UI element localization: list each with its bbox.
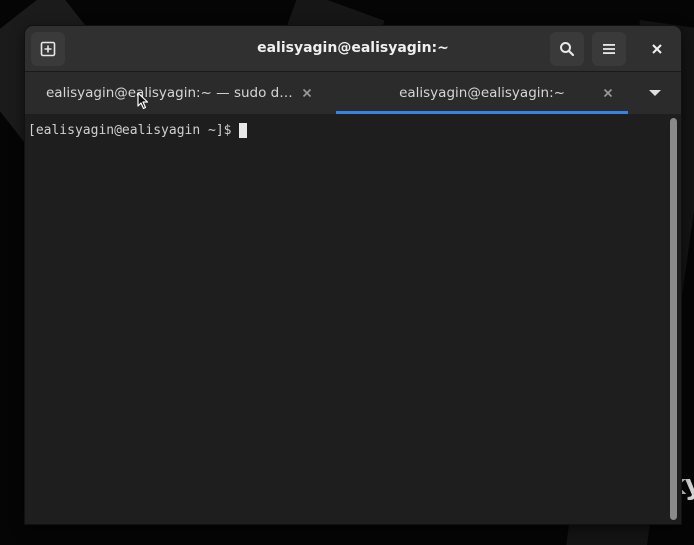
close-icon: [302, 88, 312, 98]
search-icon: [560, 42, 575, 57]
hamburger-menu-icon: [603, 44, 615, 54]
new-tab-icon: [40, 41, 56, 57]
scrollbar[interactable]: [665, 114, 681, 524]
prompt-line: [ealisyagin@ealisyagin ~]$: [28, 123, 247, 138]
window-close-button[interactable]: [640, 32, 674, 66]
search-button[interactable]: [550, 32, 584, 66]
tab-sudo[interactable]: ealisyagin@ealisyagin:~ — sudo d…: [25, 72, 330, 114]
menu-button[interactable]: [592, 32, 626, 66]
tab-close-button[interactable]: [600, 85, 616, 101]
tab-active[interactable]: ealisyagin@ealisyagin:~: [336, 72, 628, 114]
text-cursor: [238, 123, 247, 138]
tab-label: ealisyagin@ealisyagin:~: [399, 85, 565, 101]
tab-label: ealisyagin@ealisyagin:~ — sudo d…: [46, 85, 293, 101]
headerbar: ealisyagin@ealisyagin:~: [25, 26, 681, 72]
tab-list-dropdown-button[interactable]: [628, 72, 681, 114]
terminal-area[interactable]: [ealisyagin@ealisyagin ~]$: [25, 114, 665, 524]
terminal-window: ealisyagin@ealisyagin:~ ealisyagin@ealis…: [25, 26, 681, 524]
close-icon: [603, 88, 613, 98]
close-icon: [652, 44, 662, 54]
chevron-down-icon: [648, 90, 661, 96]
shell-prompt: [ealisyagin@ealisyagin ~]$: [28, 123, 232, 138]
tab-close-button[interactable]: [299, 85, 315, 101]
new-tab-button[interactable]: [31, 32, 65, 66]
mouse-pointer-icon: [137, 92, 149, 110]
tab-bar: ealisyagin@ealisyagin:~ — sudo d… ealisy…: [25, 72, 681, 114]
scrollbar-thumb[interactable]: [670, 118, 677, 520]
